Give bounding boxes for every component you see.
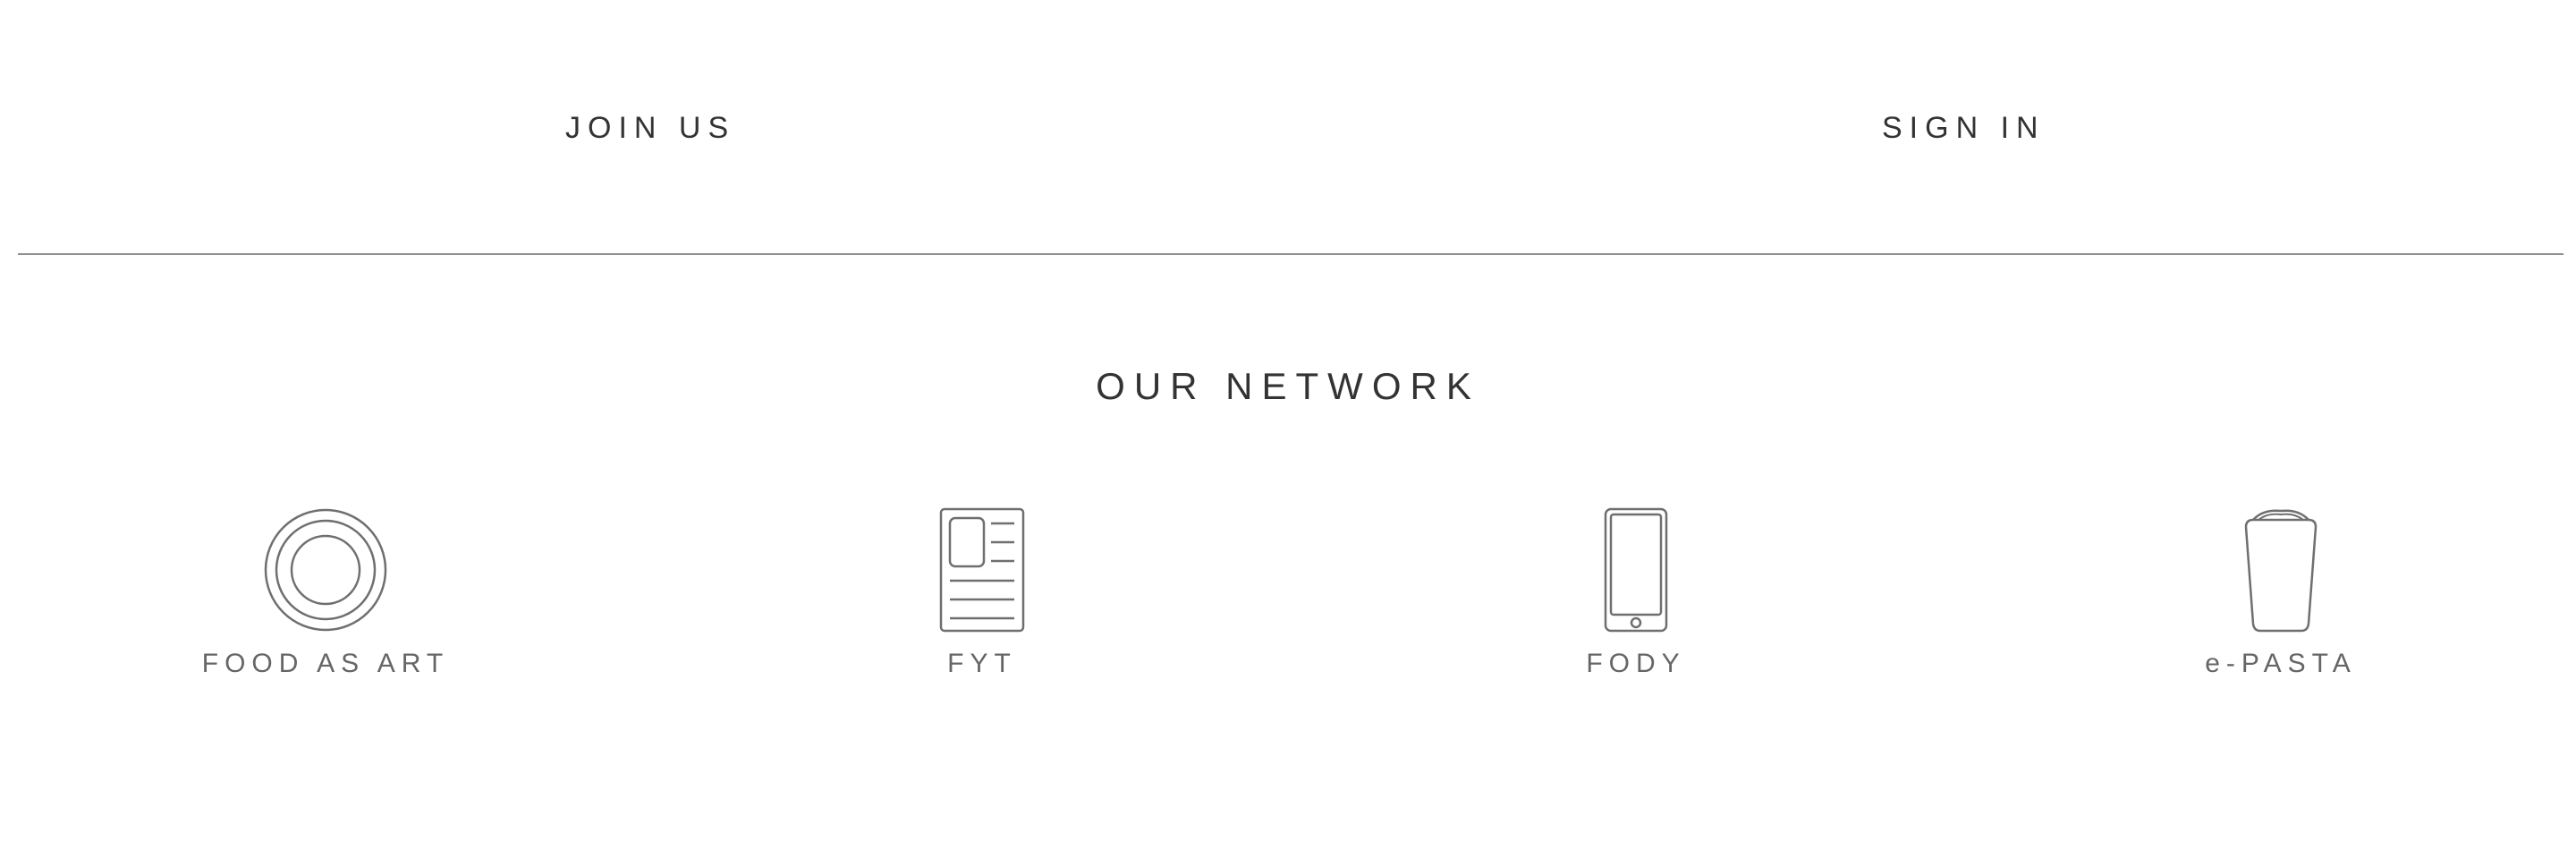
- section-divider: [18, 253, 2563, 255]
- join-us-link[interactable]: JOIN US: [565, 106, 735, 150]
- cup-icon-wrap: [2102, 506, 2460, 633]
- network-item-fody[interactable]: FODY: [1457, 506, 1815, 679]
- network-item-food-as-art[interactable]: FOOD AS ART: [147, 506, 504, 679]
- phone-icon: [1604, 507, 1668, 633]
- newspaper-icon: [939, 507, 1025, 633]
- newspaper-icon-wrap: [803, 506, 1161, 633]
- sign-in-link[interactable]: SIGN IN: [1882, 106, 2046, 150]
- network-item-label: FOOD AS ART: [201, 649, 450, 678]
- cup-icon: [2244, 509, 2318, 633]
- network-item-label: e-PASTA: [2205, 649, 2357, 678]
- plate-icon-wrap: [147, 506, 504, 633]
- phone-icon-wrap: [1457, 506, 1815, 633]
- network-item-label: FODY: [1586, 649, 1686, 678]
- network-item-e-pasta[interactable]: e-PASTA: [2102, 506, 2460, 679]
- plate-icon: [264, 508, 387, 632]
- network-item-label: FYT: [947, 649, 1017, 678]
- network-item-fyt[interactable]: FYT: [803, 506, 1161, 679]
- network-title: OUR NETWORK: [1096, 365, 1480, 407]
